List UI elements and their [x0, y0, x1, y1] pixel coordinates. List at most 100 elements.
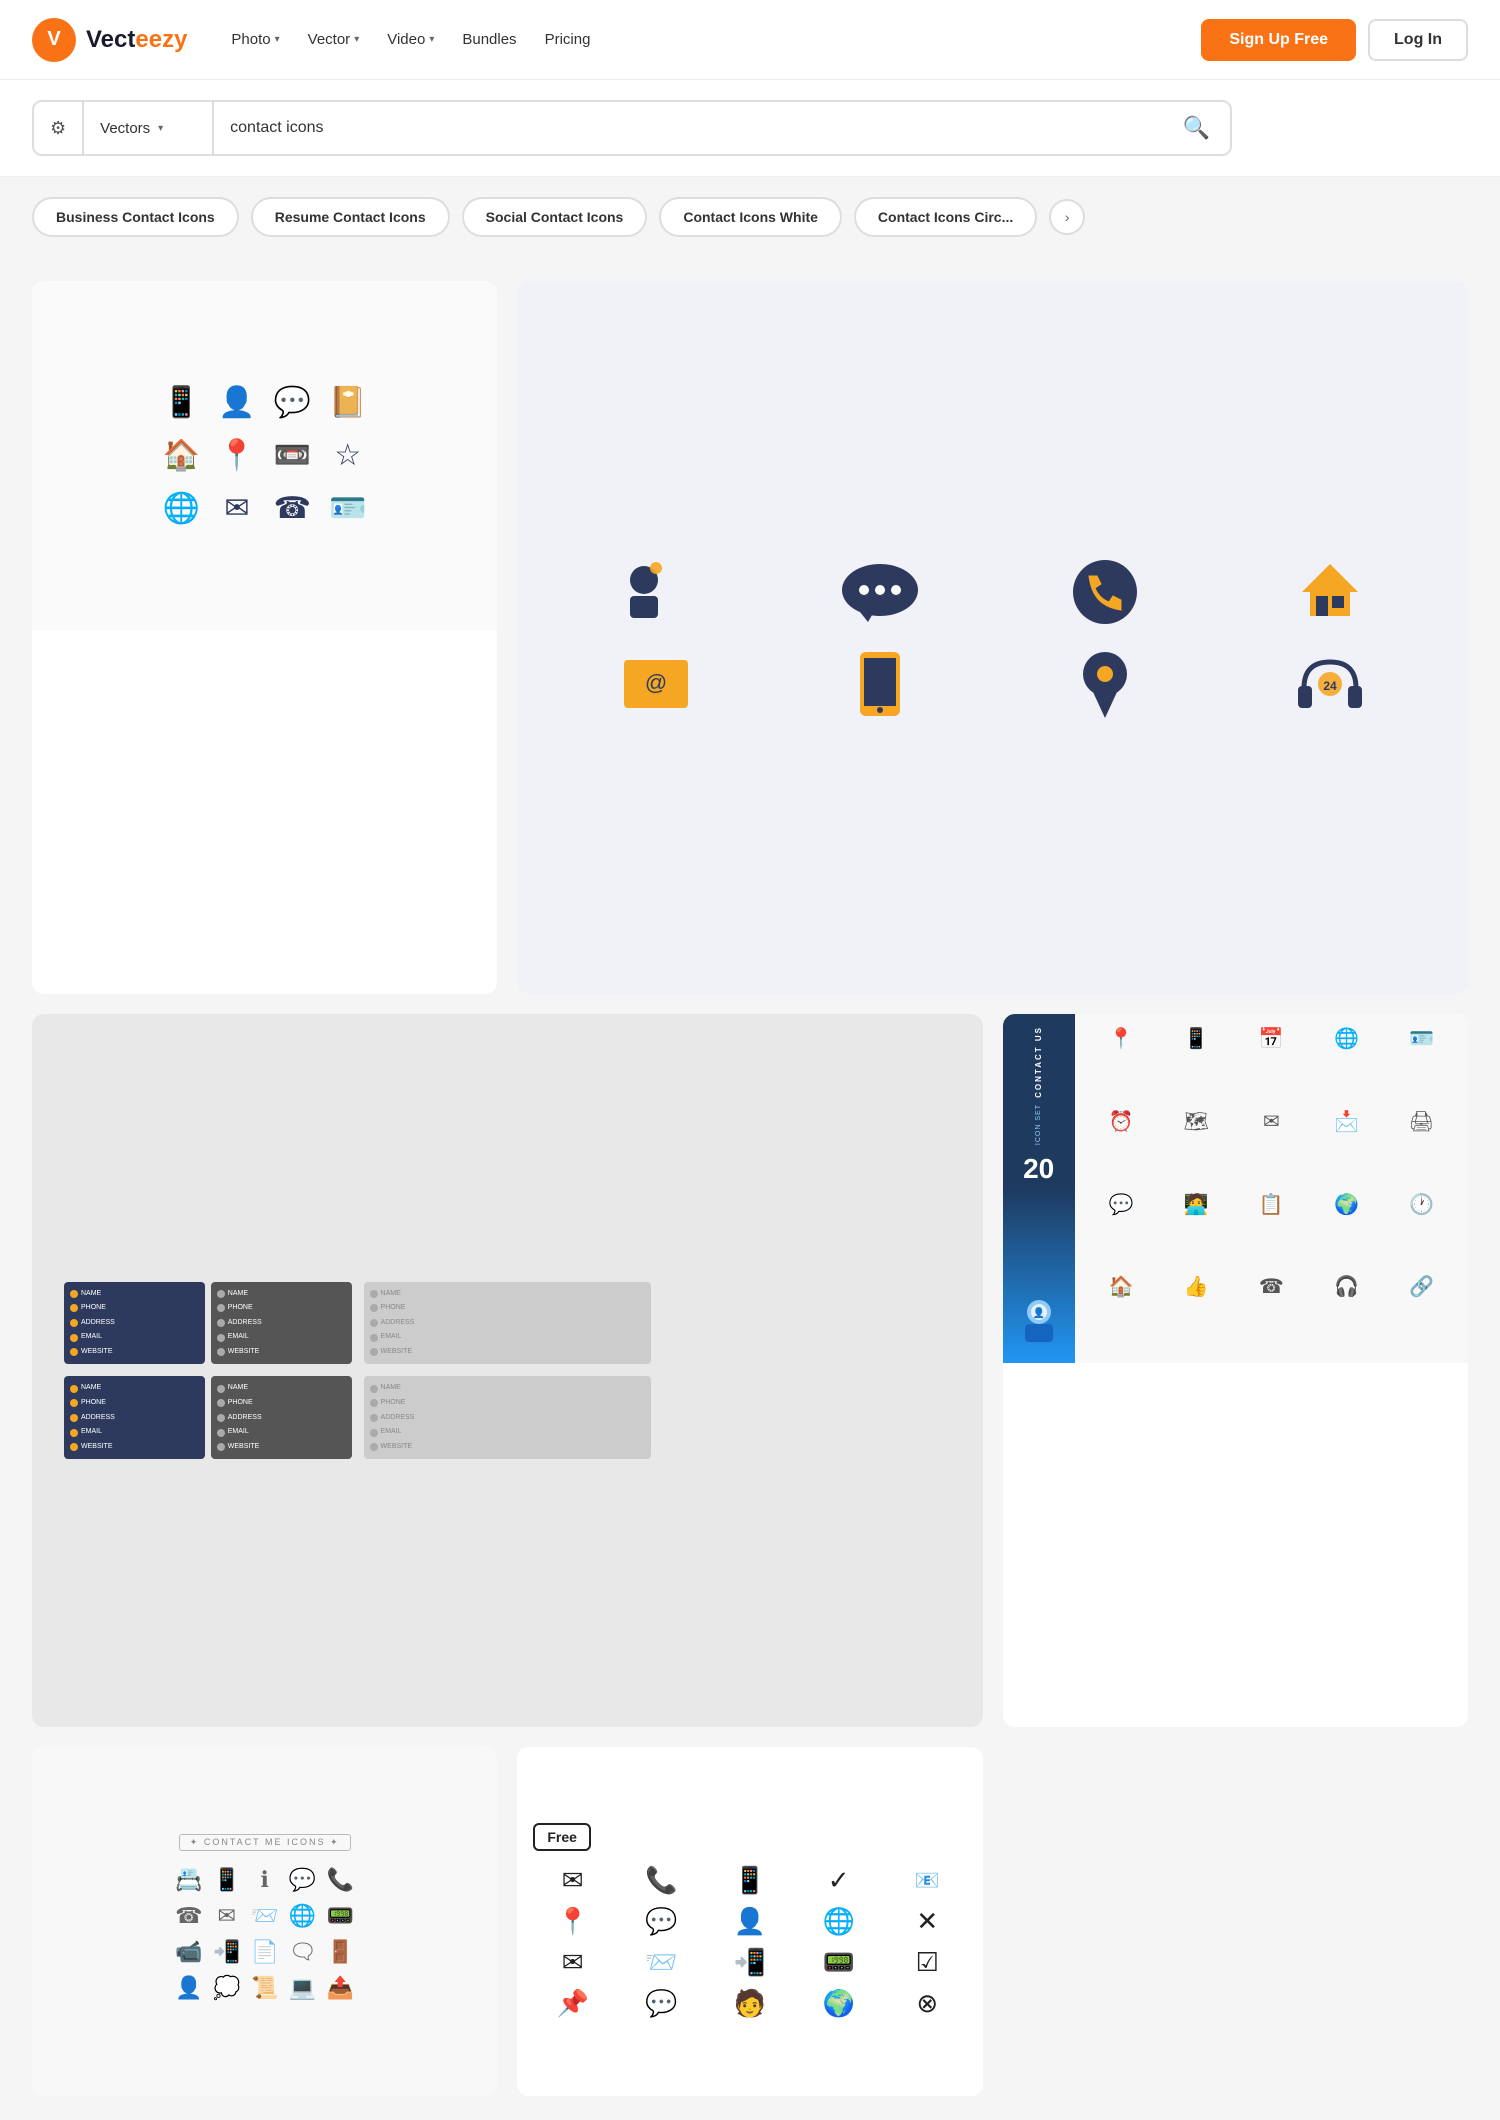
cm-icon-card: 📇	[175, 1867, 203, 1893]
set-icon-calendar: 📅	[1237, 1026, 1306, 1103]
logo-text: Vecteezy	[86, 26, 187, 54]
flat-icon-headphone: 24	[1227, 648, 1432, 720]
icon-user: 👤	[218, 385, 255, 420]
nav-video[interactable]: Video ▾	[375, 23, 446, 56]
cm-icon-exit: 🚪	[327, 1939, 355, 1965]
filter-tag-business[interactable]: Business Contact Icons	[32, 197, 239, 237]
set-icon-location: 📍	[1087, 1026, 1156, 1103]
icon-cassette: 📼	[274, 438, 311, 473]
cm-icon-open-mail: 📨	[251, 1903, 279, 1929]
free-badge: Free	[533, 1823, 591, 1851]
filter-tag-social[interactable]: Social Contact Icons	[462, 197, 648, 237]
flat-icon-pin	[1003, 648, 1208, 720]
cm-icon-doc: 📄	[251, 1939, 279, 1965]
card-img-2: @	[517, 281, 1468, 994]
set-label-number: 20	[1023, 1153, 1054, 1185]
nav-photo[interactable]: Photo ▾	[219, 23, 291, 56]
fi-icon-person: 🧑	[711, 1988, 790, 2019]
result-card-3[interactable]: NAME PHONE ADDRESS EMAIL WEBSITE NAME PH…	[32, 1014, 983, 1727]
result-card-5[interactable]: ✦ CONTACT ME ICONS ✦ 📇 📱 ℹ 💬 📞 ☎ ✉ 📨 🌐 📟…	[32, 1747, 497, 2096]
filter-tag-circle[interactable]: Contact Icons Circ...	[854, 197, 1037, 237]
fi-icon-circle-x: ⊗	[888, 1988, 967, 2019]
set-label-title: CONTACT US	[1034, 1026, 1043, 1098]
icon-location: 📍	[218, 438, 255, 473]
fi-icon-world: 🌍	[799, 1988, 878, 2019]
set-icon-like: 👍	[1162, 1274, 1231, 1351]
icon-home: 🏠	[163, 438, 200, 473]
search-button[interactable]: 🔍	[1163, 102, 1230, 154]
search-filter-button[interactable]: ⚙	[34, 102, 84, 154]
signup-button[interactable]: Sign Up Free	[1201, 19, 1356, 61]
flat-icon-house	[1227, 556, 1432, 628]
cm-icon-fax: 📟	[327, 1903, 355, 1929]
search-container: ⚙ Vectors ▾ 🔍	[32, 100, 1232, 156]
cm-icon-video: 📹	[175, 1939, 203, 1965]
set-icon-support: 🧑‍💻	[1162, 1192, 1231, 1269]
photo-chevron-icon: ▾	[275, 34, 280, 45]
filter-tags-bar: Business Contact Icons Resume Contact Ic…	[0, 177, 1500, 257]
fi-icon-chat: 💬	[622, 1906, 701, 1937]
filter-tag-white[interactable]: Contact Icons White	[659, 197, 842, 237]
cm-icon-info: ℹ	[251, 1867, 279, 1893]
logo[interactable]: V Vecteezy	[32, 18, 187, 62]
flat-icon-email: @	[553, 648, 758, 720]
set-icon-printer: 🖨	[1387, 1109, 1456, 1186]
filter-next-button[interactable]: ›	[1049, 199, 1085, 235]
fi-icon-mail2: ✉	[533, 1947, 612, 1978]
nav-pricing[interactable]: Pricing	[533, 23, 603, 56]
results-grid: 📱 👤 💬 📔 🏠 📍 📼 ☆ 🌐 ✉ ☎ 🪪	[32, 281, 1468, 2096]
fi-icon-globe: 🌐	[799, 1906, 878, 1937]
cm-icon-chat2: 💬	[289, 1867, 317, 1893]
set-icon-clipboard: 📋	[1237, 1192, 1306, 1269]
icon-chat: 💬	[274, 385, 311, 420]
result-card-6[interactable]: Free ✉ 📞 📱 ✓ 📧 📍 💬 👤 🌐 ✕ ✉ 📨 📲 📟	[517, 1747, 982, 2096]
login-button[interactable]: Log In	[1368, 19, 1468, 61]
svg-text:24: 24	[1323, 679, 1337, 693]
result-card-4[interactable]: CONTACT US ICON SET 20 👤	[1003, 1014, 1468, 1727]
contact-me-header-label: ✦ CONTACT ME ICONS ✦	[179, 1834, 351, 1851]
fi-icon-envelope: 📧	[888, 1865, 967, 1896]
fi-icon-user: 👤	[711, 1906, 790, 1937]
set-icon-clock: ⏰	[1087, 1109, 1156, 1186]
icon-globe: 🌐	[163, 491, 200, 526]
set-icon-headset: 🎧	[1312, 1274, 1381, 1351]
cm-icon-letter: 📜	[251, 1975, 279, 2001]
card-img-3: NAME PHONE ADDRESS EMAIL WEBSITE NAME PH…	[32, 1014, 983, 1727]
svg-text:👤: 👤	[1032, 1306, 1044, 1319]
fi-icon-check2: ☑	[888, 1947, 967, 1978]
set-icon-mobile: 📱	[1162, 1026, 1231, 1103]
header: V Vecteezy Photo ▾ Vector ▾ Video ▾ Bund…	[0, 0, 1500, 80]
icon-card: 🪪	[329, 491, 366, 526]
flat-icon-person	[553, 556, 758, 628]
fi-icon-x: ✕	[888, 1906, 967, 1937]
icon-mobile: 📱	[163, 385, 200, 420]
card-img-5: ✦ CONTACT ME ICONS ✦ 📇 📱 ℹ 💬 📞 ☎ ✉ 📨 🌐 📟…	[32, 1747, 497, 2096]
svg-text:@: @	[644, 670, 666, 695]
fi-icon-bubble: 💬	[622, 1988, 701, 2019]
result-card-1[interactable]: 📱 👤 💬 📔 🏠 📍 📼 ☆ 🌐 ✉ ☎ 🪪	[32, 281, 497, 994]
filter-tag-resume[interactable]: Resume Contact Icons	[251, 197, 450, 237]
search-input[interactable]	[214, 119, 1162, 137]
vector-chevron-icon: ▾	[354, 34, 359, 45]
result-card-2[interactable]: @	[517, 281, 1468, 994]
fi-icon-mail3: 📨	[622, 1947, 701, 1978]
main-nav: Photo ▾ Vector ▾ Video ▾ Bundles Pricing	[219, 23, 602, 56]
fi-icon-phone: 📞	[622, 1865, 701, 1896]
set-icon-id: 🪪	[1387, 1026, 1456, 1103]
fi-icon-tablet: 📟	[799, 1947, 878, 1978]
cm-icon-laptop: 💻	[289, 1975, 317, 2001]
search-type-selector[interactable]: Vectors ▾	[84, 102, 214, 154]
set-icon-phone2: ☎	[1237, 1274, 1306, 1351]
nav-bundles[interactable]: Bundles	[450, 23, 528, 56]
set-icon-chat: 💬	[1087, 1192, 1156, 1269]
set-label-subtitle: ICON SET	[1035, 1104, 1042, 1145]
cm-icon-phone3: 📲	[213, 1939, 241, 1965]
icon-mail: ✉	[218, 491, 255, 526]
set-icon-mail: ✉	[1237, 1109, 1306, 1186]
results-main: 📱 👤 💬 📔 🏠 📍 📼 ☆ 🌐 ✉ ☎ 🪪	[0, 257, 1500, 2120]
nav-vector[interactable]: Vector ▾	[296, 23, 372, 56]
set-icon-map: 🗺	[1162, 1109, 1231, 1186]
icon-book: 📔	[329, 385, 366, 420]
fi-icon-check: ✓	[799, 1865, 878, 1896]
search-icon: 🔍	[1183, 115, 1210, 141]
